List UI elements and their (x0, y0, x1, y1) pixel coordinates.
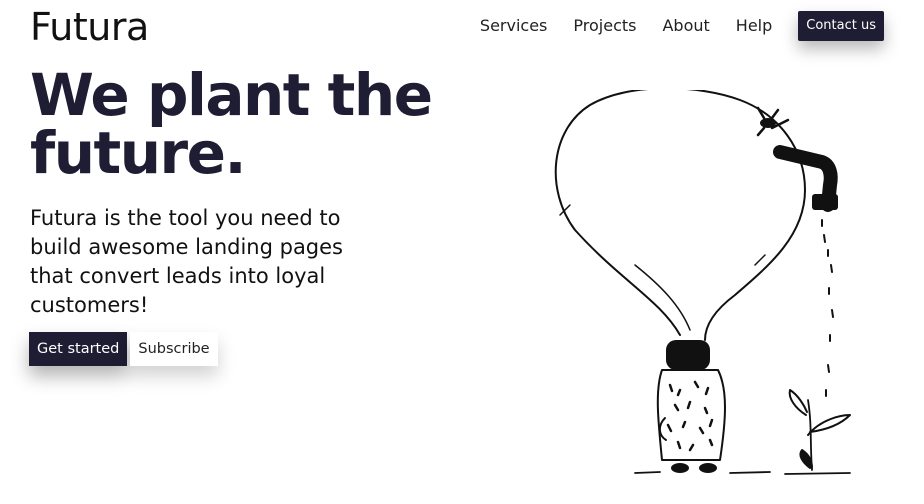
main-nav: Services Projects About Help Contact us (480, 11, 884, 41)
subscribe-button[interactable]: Subscribe (130, 332, 218, 366)
nav-projects[interactable]: Projects (573, 11, 636, 41)
nav-help[interactable]: Help (736, 11, 772, 41)
hero-description: Futura is the tool you need to build awe… (30, 206, 344, 317)
nav-services[interactable]: Services (480, 11, 547, 41)
nav-about[interactable]: About (662, 11, 709, 41)
landing-page: Futura Services Projects About Help Cont… (0, 0, 924, 504)
hero-title: We plant the future. (30, 61, 433, 187)
get-started-button[interactable]: Get started (29, 332, 128, 366)
lightbulb-faucet-plant-icon (554, 90, 851, 475)
logo[interactable]: Futura (30, 4, 149, 50)
contact-us-button[interactable]: Contact us (798, 11, 884, 41)
cta-buttons: Get started Subscribe (29, 332, 218, 366)
